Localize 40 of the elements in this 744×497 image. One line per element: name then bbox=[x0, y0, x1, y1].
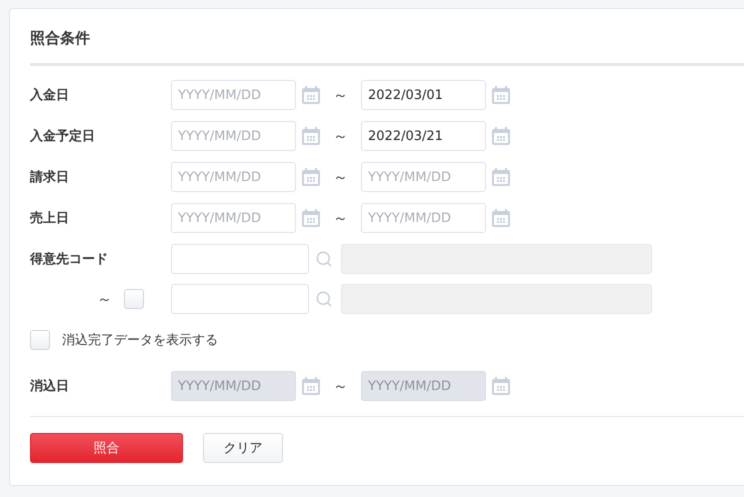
calendar-icon[interactable] bbox=[492, 168, 510, 186]
range-tilde: ～ bbox=[332, 376, 349, 396]
panel-title: 照合条件 bbox=[30, 28, 91, 49]
calendar-icon[interactable] bbox=[302, 209, 320, 227]
field-label: 請求日 bbox=[30, 169, 70, 186]
date-field[interactable]: YYYY/MM/DD bbox=[171, 162, 296, 192]
date-field[interactable]: 2022/03/21 bbox=[361, 121, 486, 151]
code-field[interactable] bbox=[171, 244, 309, 274]
date-field[interactable]: YYYY/MM/DD bbox=[361, 203, 486, 233]
field-label: 売上日 bbox=[30, 210, 70, 227]
field-label: 入金日 bbox=[30, 86, 70, 104]
field-label: 消込日 bbox=[30, 378, 70, 395]
date-field[interactable]: YYYY/MM/DD bbox=[361, 162, 486, 192]
match-button[interactable]: 照合 bbox=[30, 433, 183, 463]
calendar-icon[interactable] bbox=[492, 377, 510, 395]
checkbox[interactable] bbox=[124, 289, 144, 309]
date-field[interactable]: YYYY/MM/DD bbox=[171, 203, 296, 233]
checkbox[interactable] bbox=[30, 330, 50, 350]
calendar-icon[interactable] bbox=[492, 209, 510, 227]
code-field[interactable] bbox=[171, 284, 309, 314]
calendar-icon[interactable] bbox=[302, 377, 320, 395]
calendar-icon[interactable] bbox=[492, 86, 510, 104]
checkbox-label: 消込完了データを表示する bbox=[62, 332, 218, 349]
calendar-icon[interactable] bbox=[492, 127, 510, 145]
date-field[interactable]: 2022/03/01 bbox=[361, 80, 486, 110]
calendar-icon[interactable] bbox=[302, 86, 320, 104]
field-label: 得意先コード bbox=[30, 250, 109, 268]
range-tilde: ～ bbox=[332, 208, 349, 228]
field-label: 入金予定日 bbox=[30, 128, 96, 145]
clear-button[interactable]: クリア bbox=[203, 433, 283, 463]
calendar-icon[interactable] bbox=[302, 127, 320, 145]
range-tilde: ～ bbox=[97, 290, 112, 308]
search-icon[interactable] bbox=[315, 250, 333, 268]
range-tilde: ～ bbox=[332, 126, 349, 146]
date-field[interactable]: YYYY/MM/DD bbox=[171, 121, 296, 151]
date-field[interactable]: YYYY/MM/DD bbox=[171, 80, 296, 110]
range-tilde: ～ bbox=[332, 86, 349, 104]
range-tilde: ～ bbox=[332, 168, 349, 186]
search-icon[interactable] bbox=[315, 290, 333, 308]
calendar-icon[interactable] bbox=[302, 168, 320, 186]
